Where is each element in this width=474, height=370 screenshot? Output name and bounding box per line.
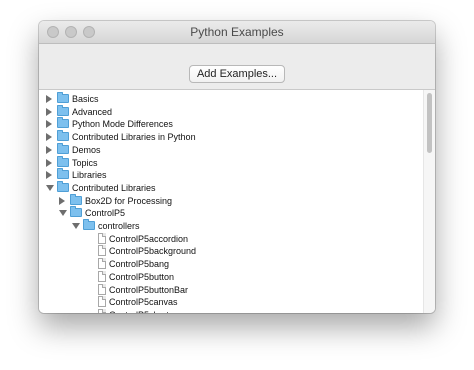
disclosure-right-icon[interactable] [59,196,65,205]
file-icon [98,232,106,244]
tree-item-label: ControlP5background [109,246,197,257]
folder-icon [57,168,69,180]
disclosure-down-icon[interactable] [72,223,80,229]
file-icon [98,270,106,282]
folder-icon [57,92,69,103]
python-examples-window: Python Examples Add Examples... Basics Ad… [39,21,435,313]
tree-folder-item[interactable]: Libraries [39,168,423,182]
tree-item-label: ControlP5canvas [109,297,178,308]
tree-folder-item[interactable]: Box2D for Processing [39,193,423,208]
tree-item-label: controllers [98,221,140,231]
tree-file-item[interactable]: ControlP5buttonBar [39,283,423,297]
tree-item-label: ControlP5 [85,208,126,219]
tree-folder-item[interactable]: Contributed Libraries [39,180,423,195]
tree-item-label: Libraries [72,170,107,181]
tree-item-label: Advanced [72,106,113,117]
folder-icon [83,219,95,230]
tree-folder-item[interactable]: Topics [39,155,423,170]
disclosure-right-icon[interactable] [46,95,52,103]
tree-item-label: ControlP5button [109,271,175,282]
tree-folder-item[interactable]: Demos [39,142,423,157]
tree-folder-item[interactable]: Advanced [39,104,423,119]
tree-folder-item[interactable]: ControlP5 [39,206,423,220]
disclosure-right-icon[interactable] [46,133,52,142]
folder-icon [70,206,82,218]
folder-icon [70,193,82,205]
disclosure-down-icon[interactable] [59,210,67,217]
tree-folder-item[interactable]: controllers [39,219,423,233]
folder-icon [57,104,69,116]
tree-item-label: Basics [72,94,99,104]
title-bar[interactable]: Python Examples [39,21,435,44]
file-icon [98,283,106,295]
disclosure-right-icon[interactable] [46,158,52,167]
tree-item-label: ControlP5bang [109,259,170,270]
window-title: Python Examples [190,25,284,39]
tree-file-item[interactable]: ControlP5button [39,270,423,284]
file-icon [98,296,106,308]
folder-icon [57,130,69,142]
folder-icon [57,180,69,192]
tree-item-label: Topics [72,157,98,168]
tree-item-label: Demos [72,144,101,155]
tree-file-item[interactable]: ControlP5bang [39,258,423,271]
tree-item-label: Box2D for Processing [85,195,173,206]
tree-folder-item[interactable]: Basics [39,92,423,106]
scrollbar-thumb[interactable] [427,93,432,153]
toolbar: Add Examples... [39,44,435,90]
tree-item-label: Python Mode Differences [72,119,173,130]
tree-item-label: Contributed Libraries in Python [72,132,196,143]
file-icon [98,258,106,270]
file-icon [98,308,106,313]
file-icon [98,245,106,257]
folder-icon [57,117,69,129]
tree-file-item[interactable]: ControlP5chart [39,308,423,313]
add-examples-button[interactable]: Add Examples... [189,65,285,83]
tree-file-item[interactable]: ControlP5background [39,245,423,258]
tree-file-item[interactable]: ControlP5accordion [39,232,423,246]
disclosure-right-icon[interactable] [46,107,52,116]
tree-item-label: ControlP5chart [109,309,169,313]
disclosure-right-icon[interactable] [46,171,52,180]
disclosure-right-icon[interactable] [46,120,52,129]
tree-item-label: ControlP5accordion [109,233,189,244]
vertical-scrollbar[interactable] [423,90,435,313]
tree-item-label: ControlP5buttonBar [109,284,189,295]
tree-file-item[interactable]: ControlP5canvas [39,296,423,309]
folder-icon [57,142,69,154]
disclosure-right-icon[interactable] [46,145,52,154]
folder-icon [57,155,69,167]
examples-tree[interactable]: Basics Advanced Python Mode Differences Con… [39,90,423,313]
tree-folder-item[interactable]: Contributed Libraries in Python [39,130,423,144]
disclosure-down-icon[interactable] [46,184,54,191]
tree-item-label: Contributed Libraries [72,182,156,193]
tree-folder-item[interactable]: Python Mode Differences [39,117,423,131]
